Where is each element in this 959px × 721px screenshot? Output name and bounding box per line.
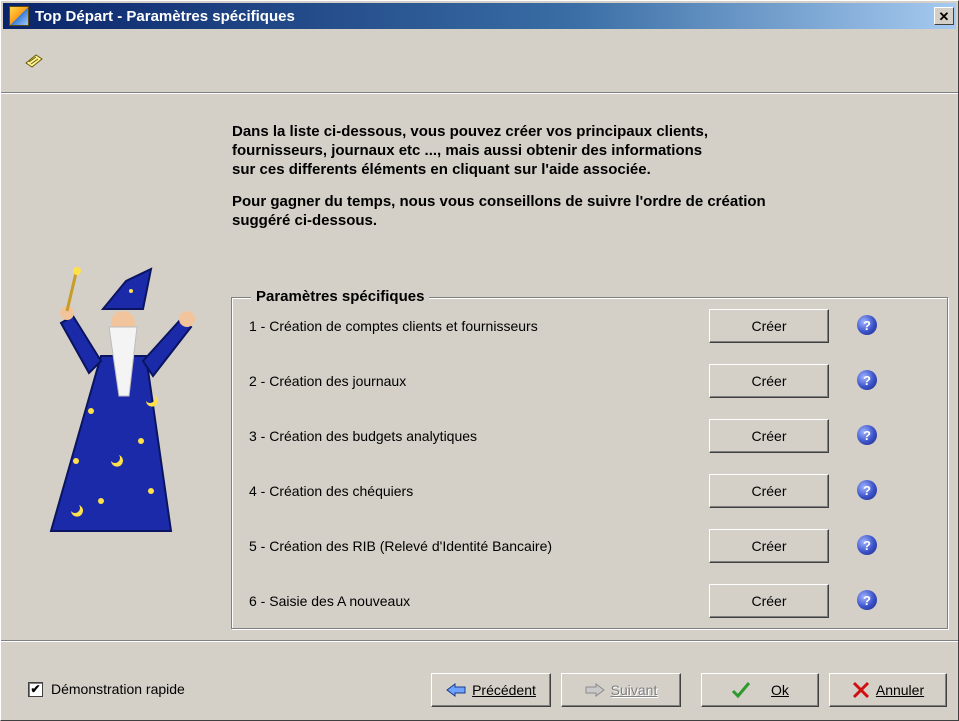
settings-row-1: 1 - Création de comptes clients et fourn…: [249, 309, 909, 345]
demo-checkbox[interactable]: ✔: [28, 681, 43, 697]
wizard-illustration: [49, 267, 195, 532]
create-button-6[interactable]: Créer: [709, 584, 829, 618]
row-label: 1 - Création de comptes clients et fourn…: [249, 318, 538, 334]
ok-label: Ok: [771, 682, 789, 698]
row-label: 2 - Création des journaux: [249, 373, 407, 389]
arrow-right-icon: [585, 683, 605, 697]
intro-line-3: sur ces differents éléments en cliquant …: [232, 161, 651, 178]
row-label: 5 - Création des RIB (Relevé d'Identité …: [249, 538, 553, 554]
help-icon[interactable]: ?: [857, 590, 877, 610]
help-icon[interactable]: ?: [857, 425, 877, 445]
create-button-2[interactable]: Créer: [709, 364, 829, 398]
settings-row-5: 5 - Création des RIB (Relevé d'Identité …: [249, 529, 909, 565]
intro-line-5: suggéré ci-dessous.: [232, 212, 378, 229]
row-label: 6 - Saisie des A nouveaux: [249, 593, 411, 609]
settings-row-6: 6 - Saisie des A nouveaux Créer ?: [249, 584, 909, 620]
app-icon: [9, 6, 29, 26]
previous-label: Précédent: [472, 682, 536, 698]
previous-button[interactable]: Précédent: [431, 673, 551, 707]
ok-button[interactable]: Ok: [701, 673, 819, 707]
window-title: Top Départ - Paramètres spécifiques: [35, 7, 295, 25]
settings-row-4: 4 - Création des chéquiers Créer ?: [249, 474, 909, 510]
help-icon[interactable]: ?: [857, 315, 877, 335]
note-icon[interactable]: [24, 53, 44, 69]
help-icon[interactable]: ?: [857, 370, 877, 390]
demo-label: Démonstration rapide: [51, 681, 185, 697]
title-bar[interactable]: Top Départ - Paramètres spécifiques ✕: [3, 3, 956, 29]
cancel-label: Annuler: [875, 682, 925, 698]
group-title: Paramètres spécifiques: [251, 288, 430, 305]
intro-line-1: Dans la liste ci-dessous, vous pouvez cr…: [232, 123, 709, 140]
next-button[interactable]: Suivant: [561, 673, 681, 707]
cancel-button[interactable]: Annuler: [829, 673, 947, 707]
intro-line-2: fournisseurs, journaux etc ..., mais aus…: [232, 142, 703, 159]
help-icon[interactable]: ?: [857, 480, 877, 500]
top-divider: [1, 92, 958, 94]
wizard-window: Top Départ - Paramètres spécifiques ✕ Da…: [0, 0, 959, 721]
create-button-3[interactable]: Créer: [709, 419, 829, 453]
row-label: 4 - Création des chéquiers: [249, 483, 414, 499]
intro-line-4: Pour gagner du temps, nous vous conseill…: [232, 193, 766, 210]
create-button-4[interactable]: Créer: [709, 474, 829, 508]
intro-text: Dans la liste ci-dessous, vous pouvez cr…: [232, 122, 932, 243]
specific-settings-group: [231, 297, 948, 629]
close-button[interactable]: ✕: [934, 7, 954, 25]
settings-row-2: 2 - Création des journaux Créer ?: [249, 364, 909, 400]
checkmark-icon: [731, 682, 751, 699]
next-label: Suivant: [610, 682, 658, 698]
demo-checkbox-row[interactable]: ✔ Démonstration rapide: [28, 681, 185, 697]
row-label: 3 - Création des budgets analytiques: [249, 428, 478, 444]
create-button-1[interactable]: Créer: [709, 309, 829, 343]
create-button-5[interactable]: Créer: [709, 529, 829, 563]
cancel-x-icon: [852, 681, 869, 699]
arrow-left-icon: [446, 683, 466, 697]
bottom-divider: [1, 640, 958, 642]
help-icon[interactable]: ?: [857, 535, 877, 555]
settings-row-3: 3 - Création des budgets analytiques Cré…: [249, 419, 909, 455]
